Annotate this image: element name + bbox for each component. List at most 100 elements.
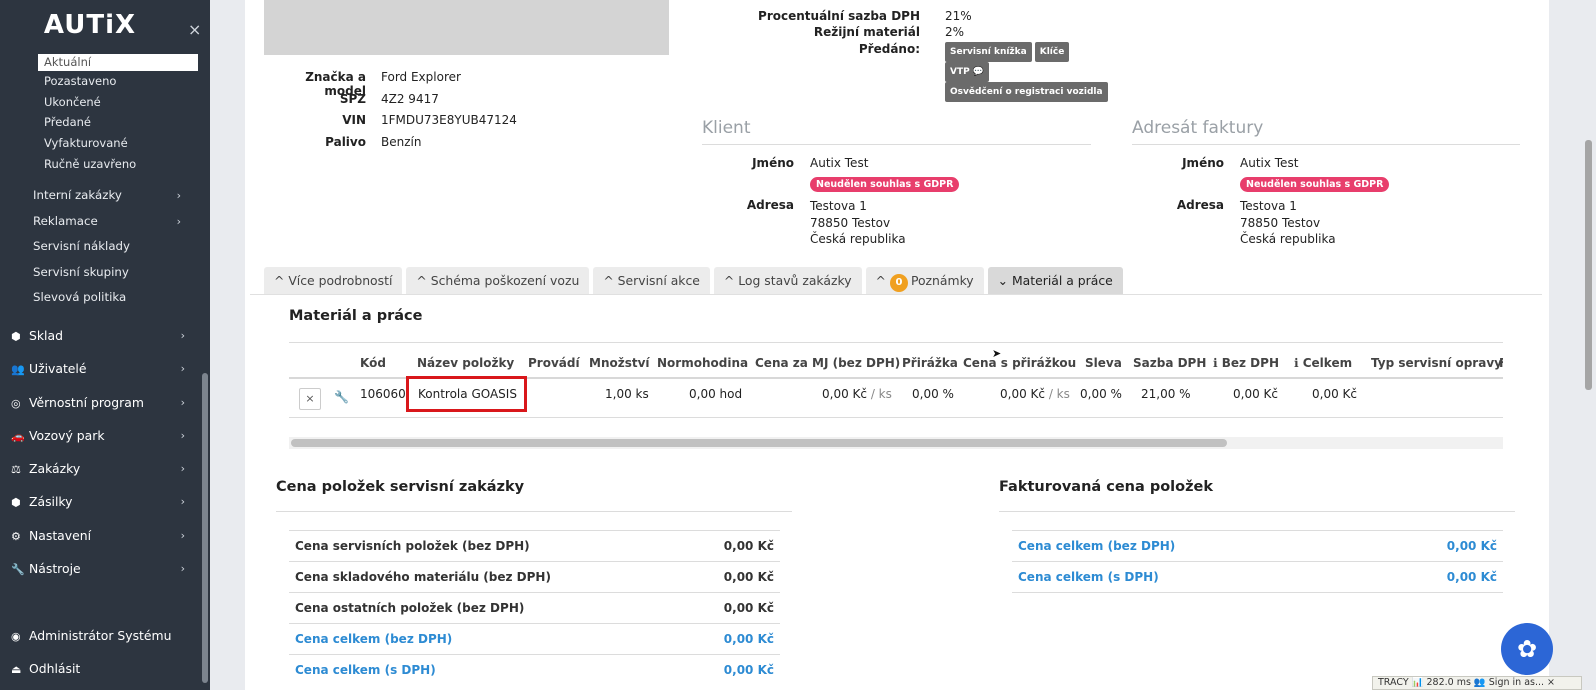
client-name-row: Jméno Autix Test	[702, 156, 868, 170]
sidebar-item-label: Vozový park	[29, 427, 105, 443]
item-hours[interactable]: 0,00 hod	[689, 387, 742, 401]
sidebar-item-vozovy-park[interactable]: 🚗 Vozový park ›	[11, 426, 191, 459]
client-gdpr-badge: Neudělen souhlas s GDPR	[810, 177, 960, 192]
summary-label: Cena ostatních položek (bez DPH)	[295, 601, 525, 615]
cube-icon: ⬢	[11, 330, 21, 343]
invoice-name-row: Jméno Autix Test	[1132, 156, 1298, 170]
submenu-item-predane[interactable]: Předané	[38, 112, 198, 133]
sidebar-item-logout[interactable]: ⏏ Odhlásit	[11, 659, 191, 690]
users-icon: 👥	[11, 363, 25, 377]
submenu-item-pozastaveno[interactable]: Pozastaveno	[38, 71, 198, 92]
sidebar-item-servisni-skupiny[interactable]: Servisní skupiny	[33, 260, 193, 286]
autix-logo[interactable]: AUTiX	[0, 10, 180, 40]
item-code-link[interactable]: 106060	[360, 387, 406, 401]
summary-left-title: Cena položek servisní zakázky	[276, 479, 525, 495]
sidebar-item-label: Zásilky	[29, 494, 73, 510]
price-markup-suffix: / ks	[1048, 387, 1070, 401]
column-header-sleva[interactable]: Sleva	[1085, 356, 1122, 370]
submenu-item-rucne-uzavreno[interactable]: Ručně uzavřeno	[38, 154, 198, 175]
column-header-provadi[interactable]: Provádí	[528, 356, 580, 370]
item-discount[interactable]: 0,00 %	[1080, 387, 1122, 401]
column-header-sazba-dph[interactable]: Sazba DPH	[1133, 356, 1206, 370]
sidebar-item-nastaveni[interactable]: ⚙ Nastavení ›	[11, 526, 191, 559]
spz-link[interactable]: 4Z2 9417	[381, 92, 439, 106]
client-name-link[interactable]: Autix Test	[810, 156, 868, 170]
invoice-address: Testova 1 78850 Testov Česká republika	[1240, 198, 1336, 248]
page-scrollbar[interactable]	[1585, 140, 1592, 390]
client-divider	[702, 144, 1091, 145]
invoiced-row-vat: Cena celkem (s DPH) 0,00 Kč	[1012, 561, 1503, 592]
close-icon[interactable]: ×	[188, 20, 201, 39]
column-header-prirazka[interactable]: Přirážka	[902, 356, 958, 370]
sidebar-item-uzivatele[interactable]: 👥 Uživatelé ›	[11, 359, 191, 392]
summary-row-ostatni: Cena ostatních položek (bez DPH) 0,00 Kč	[289, 592, 780, 623]
client-gdpr-row: Neudělen souhlas s GDPR	[810, 176, 960, 192]
sidebar-item-interni-zakazky[interactable]: Interní zakázky ›	[33, 183, 193, 209]
sidebar-item-label: Sklad	[29, 328, 63, 343]
delete-row-button[interactable]: ×	[299, 388, 321, 410]
tab-poznamky[interactable]: ^ 0 Poznámky	[865, 267, 984, 294]
tab-servisni-akce[interactable]: ^ Servisní akce	[593, 267, 710, 294]
invoice-name-link[interactable]: Autix Test	[1240, 156, 1298, 170]
badge-vtp: VTP 💬	[945, 62, 990, 82]
sidebar-item-zasilky[interactable]: ⬢ Zásilky ›	[11, 492, 191, 525]
overhead-row: Režijní materiál 2%	[740, 25, 964, 39]
submenu-item-ukoncene[interactable]: Ukončené	[38, 92, 198, 113]
column-header-mnozstvi[interactable]: Množství	[589, 356, 650, 370]
main-menu: ⬢ Sklad › 👥 Uživatelé › ◎ Věrnostní program › …	[11, 326, 191, 592]
sidebar-scrollbar[interactable]	[202, 373, 208, 683]
wrench-icon: 🔧	[11, 563, 25, 577]
item-quantity[interactable]: 1,00 ks	[605, 387, 649, 401]
sidebar-item-administrator[interactable]: ◉ Administrátor Systému	[11, 626, 191, 659]
tab-schema-poskozeni[interactable]: ^ Schéma poškození vozu	[406, 267, 590, 294]
column-header-kod[interactable]: Kód	[360, 356, 386, 370]
sidebar-item-label: Věrnostní program	[29, 394, 144, 410]
support-chat-button[interactable]: ✿	[1501, 623, 1553, 675]
column-header-nazev[interactable]: Název položky	[417, 356, 514, 370]
item-unit-price[interactable]: 0,00 Kč / ks	[822, 387, 892, 401]
summary-label: Cena celkem (s DPH)	[295, 663, 436, 677]
wrench-icon[interactable]: 🔧	[334, 390, 349, 404]
column-header-cena-s-prirazkou[interactable]: Cena s přirážkou	[963, 356, 1076, 370]
client-section-title: Klient	[702, 118, 751, 138]
item-total: 0,00 Kč	[1312, 387, 1357, 401]
user-circle-icon: ◉	[11, 630, 21, 643]
summary-row-total-vat: Cena celkem (s DPH) 0,00 Kč	[289, 654, 780, 690]
sidebar-item-slevova-politika[interactable]: Slevová politika	[33, 285, 193, 311]
table-scrollbar-thumb[interactable]	[291, 439, 1227, 447]
orders-submenu: Aktuální Pozastaveno Ukončené Předané Vy…	[38, 54, 198, 174]
sidebar-item-label: Interní zakázky	[33, 188, 122, 202]
invoice-gdpr-badge: Neudělen souhlas s GDPR	[1240, 177, 1390, 192]
address-line: Česká republika	[810, 232, 906, 246]
sidebar-item-servisni-naklady[interactable]: Servisní náklady	[33, 234, 193, 260]
column-header-bez-dph[interactable]: ℹ Bez DPH	[1213, 356, 1279, 370]
summary-row-servisni: Cena servisních položek (bez DPH) 0,00 Kč	[289, 530, 780, 561]
summary-value: 0,00 Kč	[723, 601, 774, 615]
tabs-divider	[250, 294, 1542, 295]
sidebar-item-zakazky[interactable]: ⚖ Zakázky ›	[11, 459, 191, 492]
vehicle-spz-row: SPZ 4Z2 9417	[266, 92, 439, 106]
item-vat-rate[interactable]: 21,00 %	[1141, 387, 1191, 401]
handed-badges: Servisní knížka Klíče VTP 💬 Osvědčení o r…	[945, 42, 1155, 102]
column-header-celkem[interactable]: ℹ Celkem	[1294, 356, 1352, 370]
sidebar-item-vernostni-program[interactable]: ◎ Věrnostní program ›	[11, 393, 191, 426]
column-header-cena-za-mj[interactable]: Cena za MJ (bez DPH)	[755, 356, 900, 370]
sidebar-item-nastroje[interactable]: 🔧 Nástroje ›	[11, 559, 191, 592]
vat-value: 21%	[945, 9, 972, 23]
item-markup[interactable]: 0,00 %	[912, 387, 954, 401]
column-header-typ-opravy[interactable]: Typ servisní opravy	[1371, 356, 1502, 370]
column-header-truncated[interactable]: F	[1499, 356, 1503, 370]
sidebar-item-sklad[interactable]: ⬢ Sklad ›	[11, 326, 191, 359]
address-line: Testova 1	[810, 199, 867, 213]
column-header-normohodina[interactable]: Normohodina	[657, 356, 748, 370]
tab-vice-podrobnosti[interactable]: ^ Více podrobností	[264, 267, 403, 294]
handed-row: Předáno:	[740, 42, 920, 56]
submenu-item-aktualni[interactable]: Aktuální	[38, 54, 198, 71]
tracy-debug-bar[interactable]: TRACY 📊 282.0 ms 👥 Sign in as... ×	[1372, 676, 1582, 690]
sidebar-item-label: Reklamace	[33, 213, 98, 228]
sidebar-item-reklamace[interactable]: Reklamace ›	[33, 209, 193, 235]
overhead-label: Režijní materiál	[813, 25, 920, 39]
tab-log-stavu[interactable]: ^ Log stavů zakázky	[713, 267, 862, 294]
tab-material-a-prace[interactable]: ⌄ Materiál a práce	[987, 267, 1123, 294]
submenu-item-vyfakturovane[interactable]: Vyfakturované	[38, 133, 198, 154]
